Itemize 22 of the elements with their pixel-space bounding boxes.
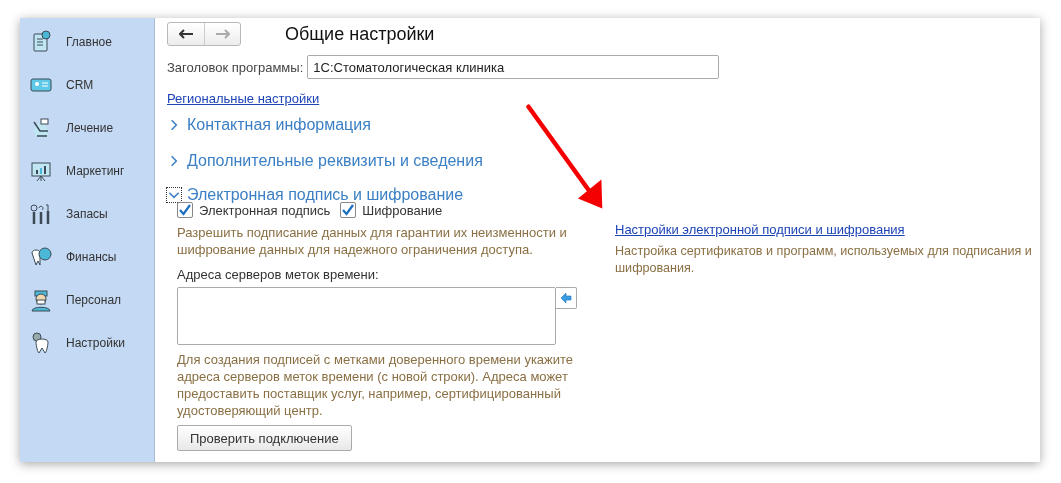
checkbox-label: Электронная подпись — [199, 202, 331, 218]
checkbox-label: Шифрование — [362, 202, 443, 218]
sidebar-item[interactable]: Финансы — [66, 249, 117, 264]
page-title: Общие настройки — [285, 23, 435, 45]
description-text: Настройка сертификатов и программ, используемых для подписания и шифрования. — [615, 243, 1033, 277]
sidebar-item[interactable]: CRM — [66, 77, 94, 92]
signature-settings-link[interactable]: Настройки электронной подписи и шифрования — [615, 222, 905, 237]
sidebar-item[interactable]: Настройки — [66, 335, 125, 350]
hint-text: Для создания подписей с метками доверенного времени укажите адреса серверов меток времени (с новой строки). Адреса может предоставить поставщик услуг, например, сертифицированный удостоверяющий центр. — [177, 351, 575, 419]
check-connection-button[interactable]: Проверить подключение — [177, 425, 352, 451]
group-header[interactable]: Дополнительные реквизиты и сведения — [167, 143, 1040, 178]
sidebar-item[interactable]: Персонал — [66, 292, 122, 307]
field-label: Заголовок программы: — [167, 59, 304, 75]
sidebar-item[interactable]: Лечение — [66, 120, 114, 135]
group-header[interactable]: Контактная информация — [167, 107, 1040, 142]
regional-settings-link[interactable]: Региональные настройки — [167, 91, 320, 106]
app-title-field[interactable]: 1С:Стоматологическая клиника — [307, 55, 720, 79]
sidebar-item[interactable]: Главное — [66, 34, 112, 49]
sidebar-item[interactable]: Маркетинг — [66, 163, 125, 178]
description-text: Разрешить подписание данных для гарантии их неизменности и шифрование данных для надежного ограничения доступа. — [177, 224, 568, 258]
sidebar-item[interactable]: Запасы — [66, 206, 108, 221]
field-label: Адреса серверов меток времени: — [177, 267, 380, 282]
